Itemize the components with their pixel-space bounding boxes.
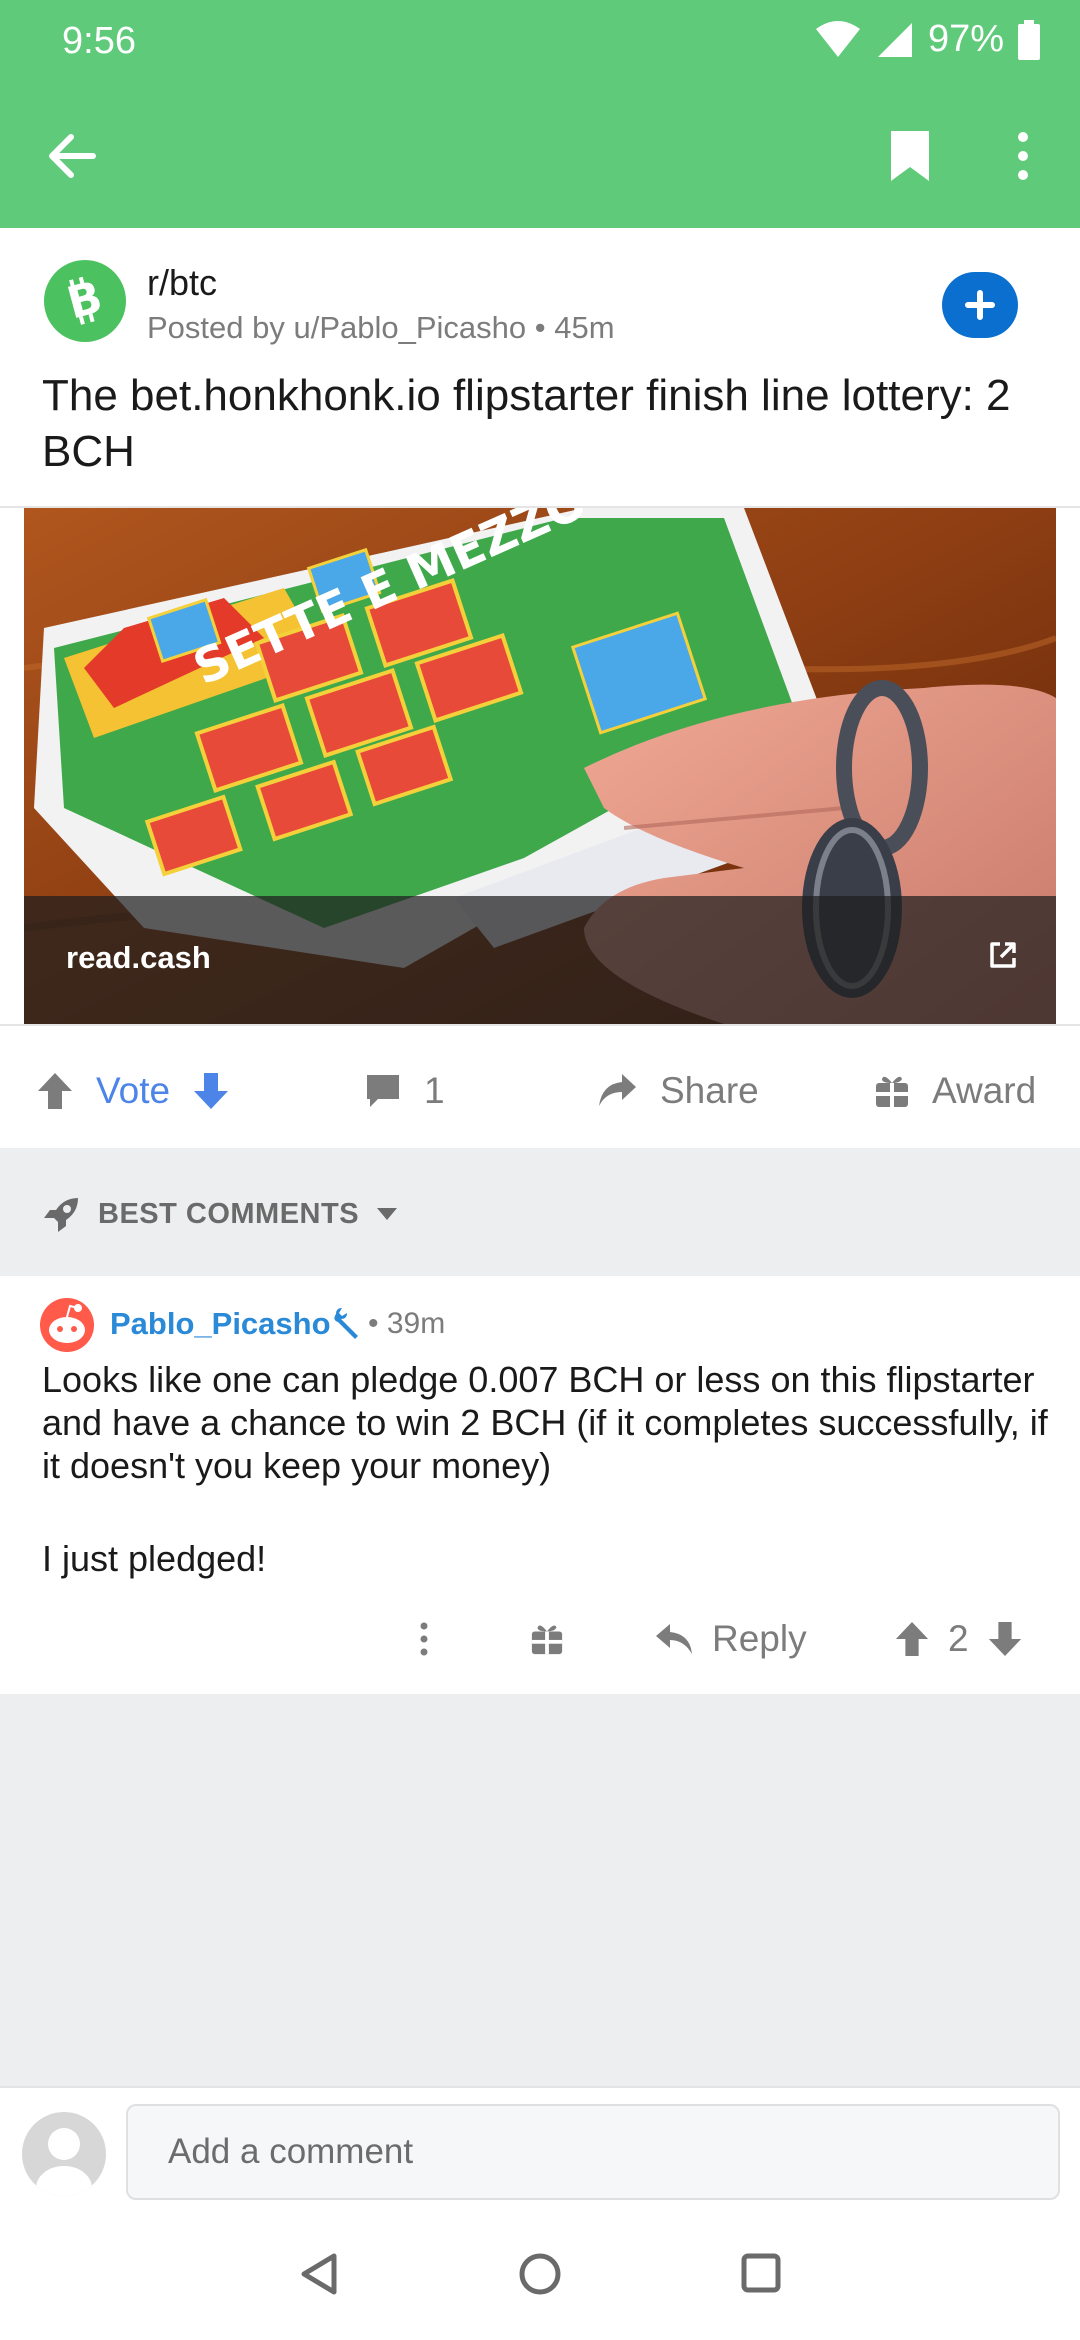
upvote-icon[interactable] <box>894 1620 930 1658</box>
comment-paragraph: Looks like one can pledge 0.007 BCH or l… <box>42 1359 1048 1486</box>
app-header: 9:56 97% <box>0 0 1080 228</box>
downvote-icon[interactable] <box>192 1071 230 1111</box>
user-avatar <box>22 2112 106 2196</box>
vote-label: Vote <box>96 1070 171 1111</box>
add-comment-input[interactable] <box>126 2104 1060 2200</box>
comment-score: 2 <box>948 1618 969 1659</box>
post-meta[interactable]: Posted by u/Pablo_Picasho • 45m <box>147 310 615 346</box>
bitcoin-cash-icon: B <box>62 273 108 329</box>
sort-label: BEST COMMENTS <box>98 1197 360 1230</box>
share-icon <box>599 1074 636 1106</box>
comment-actions: Reply 2 <box>0 1594 1080 1684</box>
join-subreddit-button[interactable] <box>942 272 1018 338</box>
comment-time: • 39m <box>368 1307 446 1340</box>
comment-vote-group: 2 <box>894 1594 1023 1684</box>
share-label: Share <box>660 1070 759 1111</box>
system-nav-bar <box>0 2206 1080 2340</box>
battery-percent: 97% <box>927 18 1004 60</box>
rocket-icon <box>44 1198 78 1232</box>
reply-icon <box>656 1624 692 1654</box>
award-button[interactable]: Award <box>874 1036 1036 1146</box>
vote-group: Vote <box>36 1036 230 1146</box>
comment-more-button[interactable] <box>410 1594 438 1684</box>
award-label: Award <box>932 1070 1037 1111</box>
nav-home-icon[interactable] <box>518 2252 562 2296</box>
reply-button[interactable]: Reply <box>654 1594 807 1684</box>
signal-icon <box>877 22 912 57</box>
nav-back-icon[interactable] <box>298 2252 340 2296</box>
reply-label: Reply <box>712 1618 807 1659</box>
snoo-icon <box>49 1304 85 1343</box>
caret-down-icon <box>377 1208 398 1220</box>
comment-sort-button[interactable]: BEST COMMENTS <box>42 1194 399 1234</box>
link-preview[interactable]: SETTE E MEZZO read.cash <box>0 506 1080 1026</box>
link-domain: read.cash <box>66 940 211 975</box>
upvote-icon[interactable] <box>36 1071 74 1111</box>
save-button[interactable] <box>872 118 948 194</box>
comment-icon <box>367 1075 399 1107</box>
gift-icon <box>531 1625 563 1655</box>
bookmark-icon <box>891 131 929 181</box>
plus-icon <box>965 290 995 320</box>
wifi-icon <box>815 20 860 57</box>
post-actions: Vote 1 Share Award <box>0 1036 1080 1146</box>
more-options-button[interactable] <box>998 118 1048 194</box>
nav-recents-icon[interactable] <box>740 2252 782 2294</box>
post-card: B r/btc Posted by u/Pablo_Picasho • 45m … <box>0 228 1080 1148</box>
subreddit-avatar[interactable]: B <box>44 260 126 342</box>
downvote-icon[interactable] <box>987 1620 1023 1658</box>
comment-item: Pablo_Picasho • 39m Looks like one can p… <box>0 1276 1080 1694</box>
more-vertical-icon <box>420 1622 428 1656</box>
more-vertical-icon <box>1018 132 1028 180</box>
back-button[interactable] <box>34 118 110 194</box>
link-thumbnail[interactable]: SETTE E MEZZO read.cash <box>24 508 1056 1024</box>
comment-composer <box>0 2086 1080 2206</box>
comment-count: 1 <box>424 1070 445 1111</box>
comment-author[interactable]: Pablo_Picasho <box>110 1306 331 1342</box>
comment-sort-bar: BEST COMMENTS <box>0 1150 1080 1276</box>
status-time: 9:56 <box>62 20 136 62</box>
arrow-left-icon <box>49 134 96 178</box>
post-title: The bet.honkhonk.io flipstarter finish l… <box>42 371 1011 476</box>
battery-icon <box>1018 19 1040 60</box>
wrench-icon <box>334 1308 358 1339</box>
comment-author-avatar[interactable] <box>40 1298 94 1352</box>
status-bar: 9:56 97% <box>0 0 1080 80</box>
comment-paragraph: I just pledged! <box>42 1538 267 1579</box>
svg-text:B: B <box>62 273 108 329</box>
comments-button[interactable]: 1 <box>364 1036 445 1146</box>
comment-award-button[interactable] <box>530 1594 564 1684</box>
user-icon <box>36 2128 92 2196</box>
comment-body: Looks like one can pledge 0.007 BCH or l… <box>42 1358 1052 1630</box>
external-link-icon <box>990 942 1016 968</box>
share-button[interactable]: Share <box>596 1036 759 1146</box>
subreddit-name[interactable]: r/btc <box>147 262 217 304</box>
gift-icon <box>876 1076 908 1107</box>
